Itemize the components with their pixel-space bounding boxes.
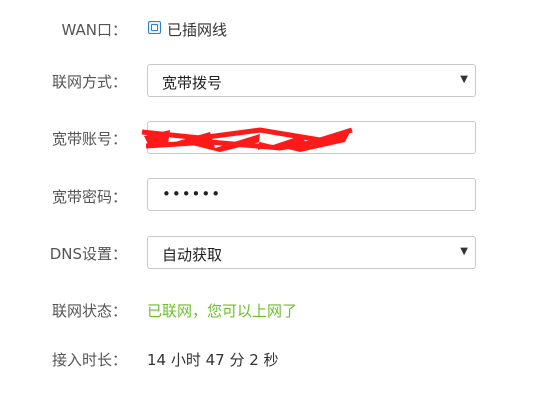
net-status-label: 联网状态： [51, 302, 127, 320]
wan-label: WAN口： [61, 21, 128, 39]
dns-select[interactable]: 自动获取 ▼ [147, 236, 476, 269]
password-value: •••••• [162, 185, 222, 203]
dns-label: DNS设置： [49, 245, 127, 263]
password-input[interactable]: •••••• [147, 178, 476, 211]
chevron-down-icon: ▼ [460, 74, 468, 85]
connection-type-value: 宽带拨号 [162, 74, 223, 92]
uptime-value: 14 小时 47 分 2 秒 [147, 351, 279, 369]
net-status-value: 已联网，您可以上网了 [147, 302, 298, 320]
redaction-scribble [141, 127, 353, 152]
dns-value: 自动获取 [162, 246, 223, 264]
cable-status-icon [148, 21, 161, 34]
chevron-down-icon: ▼ [460, 246, 468, 257]
wan-status-text: 已插网线 [167, 21, 228, 39]
account-label: 宽带账号： [51, 130, 127, 148]
connection-type-select[interactable]: 宽带拨号 ▼ [147, 64, 476, 97]
password-label: 宽带密码： [51, 188, 127, 206]
uptime-label: 接入时长： [51, 351, 127, 369]
connection-type-label: 联网方式： [51, 73, 127, 91]
